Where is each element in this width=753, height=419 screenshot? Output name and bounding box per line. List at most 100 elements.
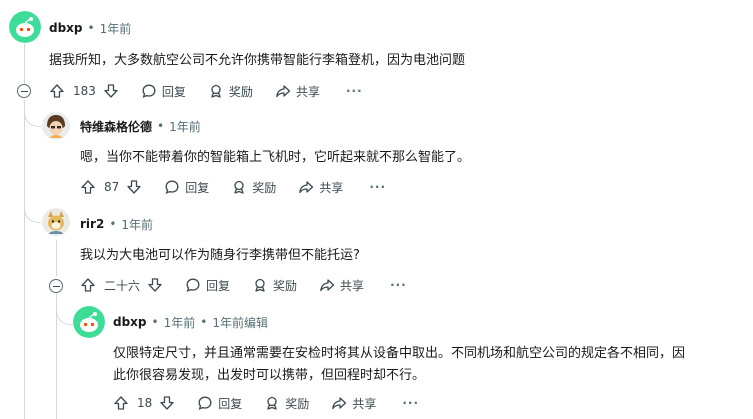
upvote-icon xyxy=(81,180,95,194)
minus-icon xyxy=(20,90,28,92)
downvote-icon xyxy=(148,278,162,292)
reply-button[interactable]: 回复 xyxy=(197,395,242,412)
comment-actions: 87 回复 奖励 共享 ··· xyxy=(80,175,386,199)
upvote-icon xyxy=(114,396,128,410)
award-icon xyxy=(234,180,244,194)
share-label: 共享 xyxy=(352,396,377,411)
thread-line-root xyxy=(24,44,25,84)
comment-header: rir2 • 1年前 xyxy=(80,214,153,234)
share-button[interactable]: 共享 xyxy=(331,395,376,412)
reply-label: 回复 xyxy=(185,180,210,195)
user-avatar-icon xyxy=(42,112,70,140)
share-icon xyxy=(332,397,347,410)
comment-bubble-icon xyxy=(165,180,179,194)
thread-elbow xyxy=(24,196,41,223)
share-button[interactable]: 共享 xyxy=(319,277,364,294)
downvote-icon xyxy=(104,84,118,98)
award-label: 奖励 xyxy=(285,396,310,411)
more-options-button[interactable]: ··· xyxy=(346,84,363,98)
collapse-button[interactable] xyxy=(17,84,31,98)
timestamp[interactable]: 1年前 xyxy=(121,216,153,233)
upvote-icon xyxy=(81,278,95,292)
separator-dot: • xyxy=(109,217,117,231)
comment-text: 嗯，当你不能带着你的智能箱上飞机时，它听起来就不那么智能了。 xyxy=(80,150,471,165)
comment-header: 特维森格伦德 • 1年前 xyxy=(80,116,201,136)
vote-count: 183 xyxy=(73,84,96,98)
thread-line-root xyxy=(24,100,25,419)
vote-count: 18 xyxy=(137,396,153,410)
award-label: 奖励 xyxy=(273,278,298,293)
award-button[interactable]: 奖励 xyxy=(264,395,309,412)
award-button[interactable]: 奖励 xyxy=(231,179,276,196)
award-label: 奖励 xyxy=(228,84,253,99)
comment-text: 此你很容易发现，出发时可以携带，但回程时却不行。 xyxy=(113,368,426,383)
thread-elbow xyxy=(56,292,73,325)
share-button[interactable]: 共享 xyxy=(298,179,343,196)
collapse-button[interactable] xyxy=(49,279,63,293)
award-icon xyxy=(255,278,265,292)
thread-line-reply xyxy=(56,240,57,276)
author-name[interactable]: dbxp xyxy=(49,21,83,35)
comment-bubble-icon xyxy=(198,396,212,410)
reply-label: 回复 xyxy=(218,396,243,411)
comment-header: dbxp • 1年前 xyxy=(49,18,131,38)
downvote-icon xyxy=(127,180,141,194)
snoo-avatar-icon xyxy=(9,11,41,43)
comment-actions: 183 回复 奖励 共享 ··· xyxy=(49,79,363,103)
avatar[interactable] xyxy=(9,11,41,43)
edited-timestamp: 1年前编辑 xyxy=(212,315,268,330)
comment-bubble-icon xyxy=(142,84,156,98)
comment-bubble-icon xyxy=(186,278,200,292)
reply-label: 回复 xyxy=(206,278,231,293)
author-name[interactable]: dbxp xyxy=(113,315,147,329)
downvote-icon xyxy=(160,396,174,410)
avatar[interactable] xyxy=(73,306,105,338)
avatar[interactable] xyxy=(42,208,70,236)
award-button[interactable]: 奖励 xyxy=(208,83,253,100)
reply-button[interactable]: 回复 xyxy=(164,179,209,196)
upvote-button[interactable] xyxy=(113,395,129,411)
thread-elbow xyxy=(24,100,41,127)
timestamp[interactable]: 1年前 xyxy=(169,118,201,135)
comment-header: dbxp • 1年前 • 1年前编辑 xyxy=(113,312,268,332)
minus-icon xyxy=(52,285,60,287)
downvote-button[interactable] xyxy=(159,395,175,411)
upvote-button[interactable] xyxy=(80,277,96,293)
award-label: 奖励 xyxy=(252,180,277,195)
user-avatar-icon xyxy=(42,208,70,236)
share-icon xyxy=(276,85,291,98)
award-icon xyxy=(267,396,277,410)
downvote-button[interactable] xyxy=(126,179,142,195)
separator-dot: • xyxy=(151,315,159,329)
vote-count: 二十六 xyxy=(104,278,141,293)
upvote-button[interactable] xyxy=(49,83,65,99)
comment-text: 我以为大电池可以作为随身行李携带但不能托运? xyxy=(80,248,360,263)
reply-button[interactable]: 回复 xyxy=(141,83,186,100)
downvote-button[interactable] xyxy=(103,83,119,99)
comment-actions: 18 回复 奖励 共享 ··· xyxy=(113,391,419,415)
award-button[interactable]: 奖励 xyxy=(252,277,297,294)
separator-dot: • xyxy=(87,21,95,35)
downvote-button[interactable] xyxy=(147,277,163,293)
share-button[interactable]: 共享 xyxy=(275,83,320,100)
more-options-button[interactable]: ··· xyxy=(402,396,419,410)
share-label: 共享 xyxy=(340,278,365,293)
share-label: 共享 xyxy=(295,84,320,99)
timestamp[interactable]: 1年前 xyxy=(100,20,132,37)
avatar[interactable] xyxy=(42,112,70,140)
author-name[interactable]: 特维森格伦德 xyxy=(80,118,152,135)
reply-button[interactable]: 回复 xyxy=(185,277,230,294)
comment-actions: 二十六 回复 奖励 共享 ··· xyxy=(80,273,407,297)
share-label: 共享 xyxy=(319,180,344,195)
more-options-button[interactable]: ··· xyxy=(369,180,386,194)
author-name[interactable]: rir2 xyxy=(80,217,104,231)
timestamp[interactable]: 1年前 xyxy=(164,314,196,331)
separator-dot: • xyxy=(200,315,208,329)
snoo-avatar-icon xyxy=(73,306,105,338)
comment-text: 据我所知，大多数航空公司不允许你携带智能行李箱登机，因为电池问题 xyxy=(49,53,466,68)
more-options-button[interactable]: ··· xyxy=(390,278,407,292)
vote-count: 87 xyxy=(104,180,120,194)
upvote-icon xyxy=(50,84,64,98)
upvote-button[interactable] xyxy=(80,179,96,195)
comment-text: 仅限特定尺寸，并且通常需要在安检时将其从设备中取出。不同机场和航空公司的规定各不… xyxy=(113,346,686,361)
